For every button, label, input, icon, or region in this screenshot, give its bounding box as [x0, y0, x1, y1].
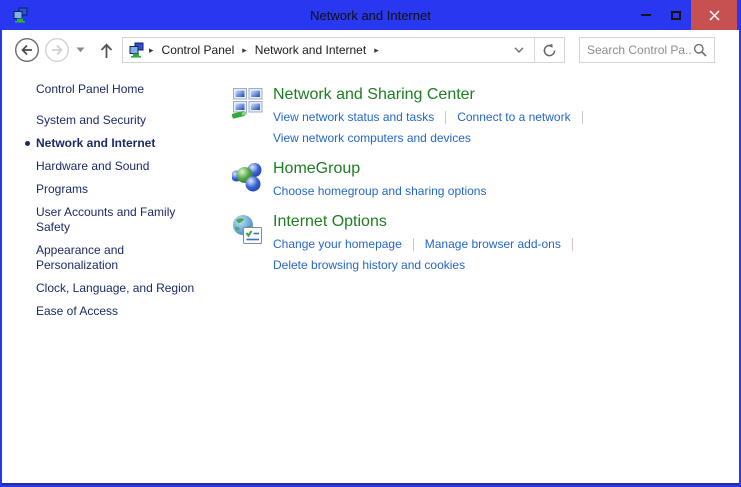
task-link-row: View network status and tasks Connect to… — [273, 108, 594, 126]
breadcrumb-chevron-icon[interactable]: ▸ — [371, 45, 382, 56]
search-icon[interactable] — [693, 43, 707, 57]
section-body: Network and Sharing Center View network … — [273, 86, 594, 150]
recent-pages-dropdown[interactable] — [76, 47, 85, 53]
section-body: HomeGroup Choose homegroup and sharing o… — [273, 160, 486, 203]
link-delete-browsing-history[interactable]: Delete browsing history and cookies — [273, 258, 465, 272]
close-button[interactable] — [691, 0, 737, 30]
sidebar-item-clock-language-region[interactable]: Clock, Language, and Region — [36, 281, 196, 296]
link-separator — [571, 237, 573, 251]
address-bar[interactable]: ▸ Control Panel ▸ Network and Internet ▸ — [122, 37, 565, 63]
sidebar-item-hardware-and-sound[interactable]: Hardware and Sound — [36, 159, 196, 174]
maximize-icon — [671, 10, 681, 20]
window-title: Network and Internet — [310, 7, 431, 23]
section-internet-options: Internet Options Change your homepage Ma… — [232, 213, 594, 277]
breadcrumb-chevron-icon[interactable]: ▸ — [239, 45, 250, 56]
internet-options-icon[interactable] — [232, 213, 264, 277]
link-separator — [445, 110, 447, 124]
task-link-row: Delete browsing history and cookies — [273, 256, 584, 274]
close-icon — [708, 9, 720, 21]
content-area: Control Panel Home System and Security N… — [2, 70, 739, 485]
control-panel-window: Network and Internet ▸ Control Panel ▸ N… — [0, 0, 741, 487]
sidebar: Control Panel Home System and Security N… — [2, 70, 206, 485]
window-controls — [631, 0, 739, 30]
breadcrumb-control-panel[interactable]: Control Panel — [157, 43, 240, 57]
task-link-row: View network computers and devices — [273, 129, 594, 147]
forward-arrow-icon — [44, 37, 70, 63]
search-input[interactable] — [587, 43, 693, 57]
chevron-down-icon — [514, 47, 524, 53]
sidebar-item-system-and-security[interactable]: System and Security — [36, 113, 196, 128]
minimize-button[interactable] — [631, 0, 661, 30]
link-separator — [412, 237, 414, 251]
section-body: Internet Options Change your homepage Ma… — [273, 213, 584, 277]
up-arrow-icon — [100, 42, 113, 58]
network-window-icon — [12, 7, 28, 23]
sidebar-item-user-accounts[interactable]: User Accounts and Family Safety — [36, 205, 196, 235]
link-choose-homegroup-options[interactable]: Choose homegroup and sharing options — [273, 184, 486, 198]
section-title[interactable]: Internet Options — [273, 213, 584, 231]
maximize-button[interactable] — [661, 0, 691, 30]
link-separator — [581, 110, 583, 124]
sidebar-item-ease-of-access[interactable]: Ease of Access — [36, 304, 196, 319]
breadcrumb-network-and-internet[interactable]: Network and Internet — [250, 43, 371, 57]
navigation-toolbar: ▸ Control Panel ▸ Network and Internet ▸ — [2, 30, 739, 70]
minimize-icon — [641, 14, 651, 16]
main-panel: Network and Sharing Center View network … — [231, 70, 594, 485]
back-arrow-icon — [14, 37, 40, 63]
section-homegroup: HomeGroup Choose homegroup and sharing o… — [231, 160, 594, 203]
address-location-icon — [128, 42, 144, 58]
refresh-icon — [543, 43, 556, 56]
address-bar-buttons — [504, 38, 564, 62]
sidebar-item-label: Network and Internet — [36, 136, 156, 150]
section-network-sharing-center: Network and Sharing Center View network … — [231, 86, 594, 150]
section-title[interactable]: Network and Sharing Center — [273, 86, 594, 104]
address-dropdown-button[interactable] — [504, 47, 534, 53]
link-manage-browser-addons[interactable]: Manage browser add-ons — [425, 237, 561, 251]
refresh-button[interactable] — [534, 38, 564, 62]
active-item-bullet — [25, 141, 30, 146]
task-link-row: Change your homepage Manage browser add-… — [273, 235, 584, 253]
chevron-down-icon — [76, 47, 85, 53]
up-button[interactable] — [99, 42, 114, 59]
search-box — [579, 37, 715, 63]
link-connect-to-network[interactable]: Connect to a network — [457, 110, 570, 124]
sidebar-item-appearance[interactable]: Appearance and Personalization — [36, 243, 196, 273]
homegroup-icon[interactable] — [231, 160, 264, 203]
link-change-homepage[interactable]: Change your homepage — [273, 237, 402, 251]
link-view-network-computers[interactable]: View network computers and devices — [273, 131, 471, 145]
task-link-row: Choose homegroup and sharing options — [273, 182, 486, 200]
sidebar-item-network-and-internet[interactable]: Network and Internet — [25, 136, 196, 151]
link-view-network-status[interactable]: View network status and tasks — [273, 110, 434, 124]
sidebar-item-control-panel-home[interactable]: Control Panel Home — [36, 82, 206, 96]
network-sharing-center-icon[interactable] — [231, 86, 264, 150]
section-title[interactable]: HomeGroup — [273, 160, 486, 178]
sidebar-item-programs[interactable]: Programs — [36, 182, 196, 197]
breadcrumb-chevron-icon[interactable]: ▸ — [146, 45, 157, 56]
back-button[interactable] — [14, 37, 40, 63]
forward-button[interactable] — [44, 37, 70, 63]
title-bar: Network and Internet — [2, 0, 739, 30]
